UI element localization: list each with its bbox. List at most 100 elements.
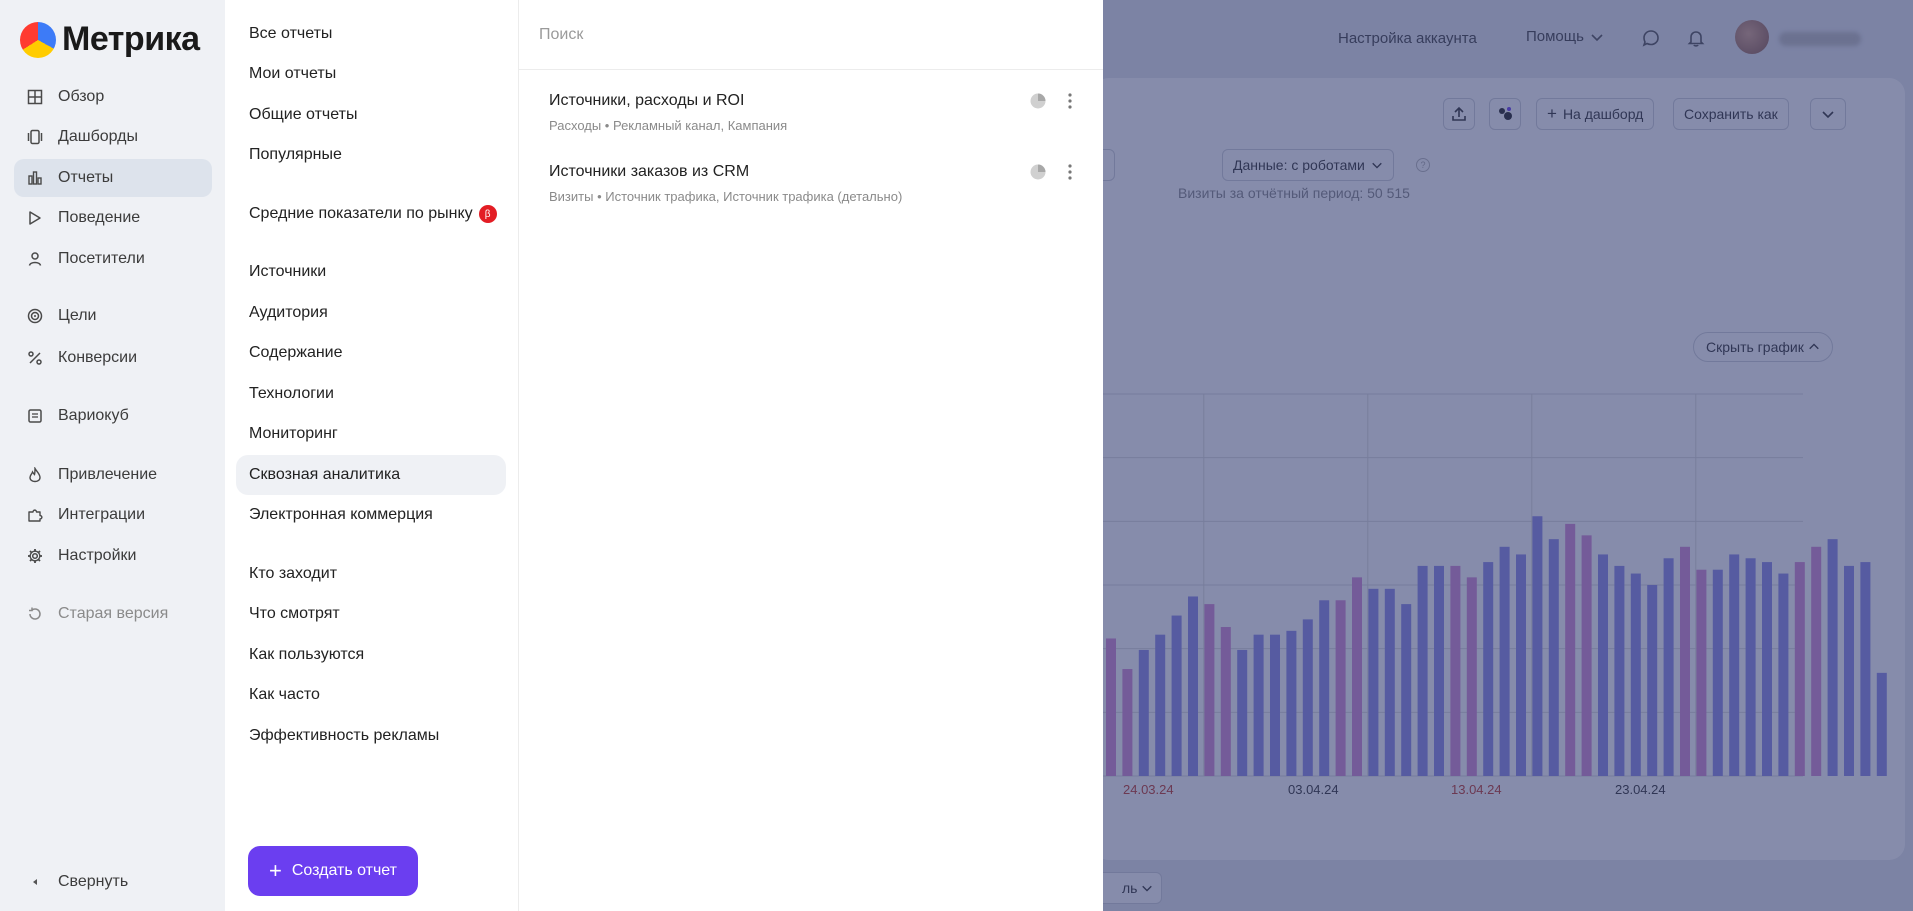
more-vertical-icon[interactable] [1061, 92, 1079, 110]
chart-bar [1548, 539, 1559, 776]
report-title: Источники, расходы и ROI [549, 92, 745, 109]
search-input[interactable] [539, 22, 1079, 48]
bottom-dropdown-label: ль [1122, 880, 1138, 896]
reports-menu-item-label: Общие отчеты [249, 106, 358, 123]
chart-bar [1434, 565, 1444, 776]
reports-menu-item-monitoring[interactable]: Мониторинг [236, 414, 506, 454]
chart-x-tick-label: 24.03.24 [1123, 782, 1174, 797]
reports-menu-item-label: Электронная коммерция [249, 506, 433, 523]
nav-item-behavior[interactable]: Поведение [14, 199, 212, 237]
chart-bar [1237, 649, 1248, 776]
chevron-down-icon [1142, 885, 1153, 892]
chart-bar [1499, 546, 1510, 776]
reports-menu-item-all[interactable]: Все отчеты [236, 14, 506, 54]
nav-item-label: Посетители [58, 250, 145, 267]
caret-left-icon [26, 873, 44, 891]
nav-item-label: Интеграции [58, 506, 146, 523]
reports-menu-item-how-often[interactable]: Как часто [236, 675, 506, 715]
reports-menu-item-label: Сквозная аналитика [249, 466, 401, 483]
reports-menu-item-end-to-end-analytics[interactable]: Сквозная аналитика [236, 455, 506, 495]
reports-menu-item-label: Все отчеты [249, 25, 333, 42]
reports-menu-item-label: Популярные [249, 146, 342, 163]
create-report-label: Создать отчет [291, 862, 397, 879]
reports-menu-item-technologies[interactable]: Технологии [236, 374, 506, 414]
reports-menu-item-label: Аудитория [249, 304, 328, 321]
nav-item-reports[interactable]: Отчеты [14, 159, 212, 197]
nav-item-overview[interactable]: Обзор [14, 78, 212, 116]
reports-menu-item-sources[interactable]: Источники [236, 252, 506, 292]
reports-menu-item-content[interactable]: Содержание [236, 333, 506, 373]
create-report-button[interactable]: + Создать отчет [248, 846, 418, 896]
nav-item-label: Поведение [58, 209, 141, 226]
report-title: Источники заказов из CRM [549, 163, 750, 180]
reports-menu-item-label: Технологии [249, 385, 334, 402]
report-result-item[interactable]: Источники заказов из CRM Визиты • Источн… [549, 163, 1079, 204]
favorite-chart-icon[interactable] [1029, 92, 1047, 110]
reports-menu-item-ecommerce[interactable]: Электронная коммерция [236, 495, 506, 535]
nav-item-variocube[interactable]: Вариокуб [14, 397, 212, 435]
bottom-dropdown-partial[interactable]: ль [1103, 872, 1163, 904]
nav-item-dashboards[interactable]: Дашборды [14, 118, 212, 156]
search-box [519, 0, 1103, 70]
nav-item-old-version[interactable]: Старая версия [14, 595, 212, 633]
chart-bar [1532, 516, 1543, 776]
beta-badge: β [478, 205, 497, 223]
nav-item-label: Привлечение [58, 466, 158, 483]
reports-menu-item-how-they-use[interactable]: Как пользуются [236, 635, 506, 675]
chart-bar [1729, 554, 1740, 776]
collapse-sidebar-button[interactable]: Свернуть [14, 863, 212, 901]
history-icon [26, 605, 44, 623]
chart-bar [1220, 627, 1231, 776]
chart-bar [1302, 619, 1313, 776]
logo-text: Метрика [62, 20, 200, 58]
reports-menu-item-label: Средние показатели по рынку [249, 205, 473, 222]
chart-bar [1171, 615, 1182, 776]
chart-bar [1188, 596, 1198, 776]
nav-item-label: Конверсии [58, 349, 138, 366]
reports-menu-item-ad-effectiveness[interactable]: Эффективность рекламы [236, 716, 506, 756]
nav-item-conversions[interactable]: Конверсии [14, 339, 212, 377]
chart-bar [1483, 562, 1494, 776]
chart-bar [1860, 562, 1871, 776]
nav-item-acquisition[interactable]: Привлечение [14, 456, 212, 494]
reports-menu-item-popular[interactable]: Популярные [236, 135, 506, 175]
chart-bar [1450, 565, 1461, 776]
nav-item-label: Старая версия [58, 605, 169, 622]
reports-menu-item-what-they-watch[interactable]: Что смотрят [236, 594, 506, 634]
chart-bar [1286, 630, 1297, 776]
plus-icon: + [268, 858, 282, 883]
chart-bar [1794, 562, 1805, 776]
favorite-chart-icon[interactable] [1029, 163, 1047, 181]
reports-menu-item-label: Как пользуются [249, 646, 365, 663]
reports-menu-item-shared[interactable]: Общие отчеты [236, 95, 506, 135]
chart-bar [1811, 546, 1822, 776]
nav-item-integrations[interactable]: Интеграции [14, 496, 212, 534]
chart-bar [1614, 565, 1625, 776]
reports-menu-item-label: Мои отчеты [249, 65, 337, 82]
nav-item-goals[interactable]: Цели [14, 297, 212, 335]
visits-bar-chart: 24.03.24 03.04.24 13.04.24 23.04.24 [1103, 393, 1887, 797]
chart-bar [1876, 672, 1887, 776]
reports-menu-item-audience[interactable]: Аудитория [236, 293, 506, 333]
nav-item-label: Вариокуб [58, 407, 129, 424]
chart-bar [1630, 573, 1641, 776]
background-report-page: Настройка аккаунта Помощь Визиты за отчё… [1103, 0, 1913, 911]
chart-bar [1647, 585, 1658, 776]
reports-menu-item-label: Мониторинг [249, 425, 338, 442]
user-icon [26, 250, 44, 268]
nav-item-label: Дашборды [58, 128, 138, 145]
chart-bar [1827, 539, 1838, 776]
report-result-item[interactable]: Источники, расходы и ROI Расходы • Рекла… [549, 92, 1079, 133]
nav-item-settings[interactable]: Настройки [14, 537, 212, 575]
chart-bar [1844, 565, 1854, 776]
more-vertical-icon[interactable] [1061, 163, 1079, 181]
chart-bar [1319, 600, 1330, 776]
target-icon [26, 307, 44, 325]
reports-menu-item-label: Кто заходит [249, 565, 338, 582]
logo[interactable]: Метрика [20, 20, 200, 59]
chart-bar [1106, 638, 1116, 776]
nav-item-visitors[interactable]: Посетители [14, 240, 212, 278]
reports-menu-item-mine[interactable]: Мои отчеты [236, 54, 506, 94]
reports-menu-item-who-visits[interactable]: Кто заходит [236, 554, 506, 594]
reports-menu-item-market-averages[interactable]: Средние показатели по рынку β [236, 194, 506, 234]
